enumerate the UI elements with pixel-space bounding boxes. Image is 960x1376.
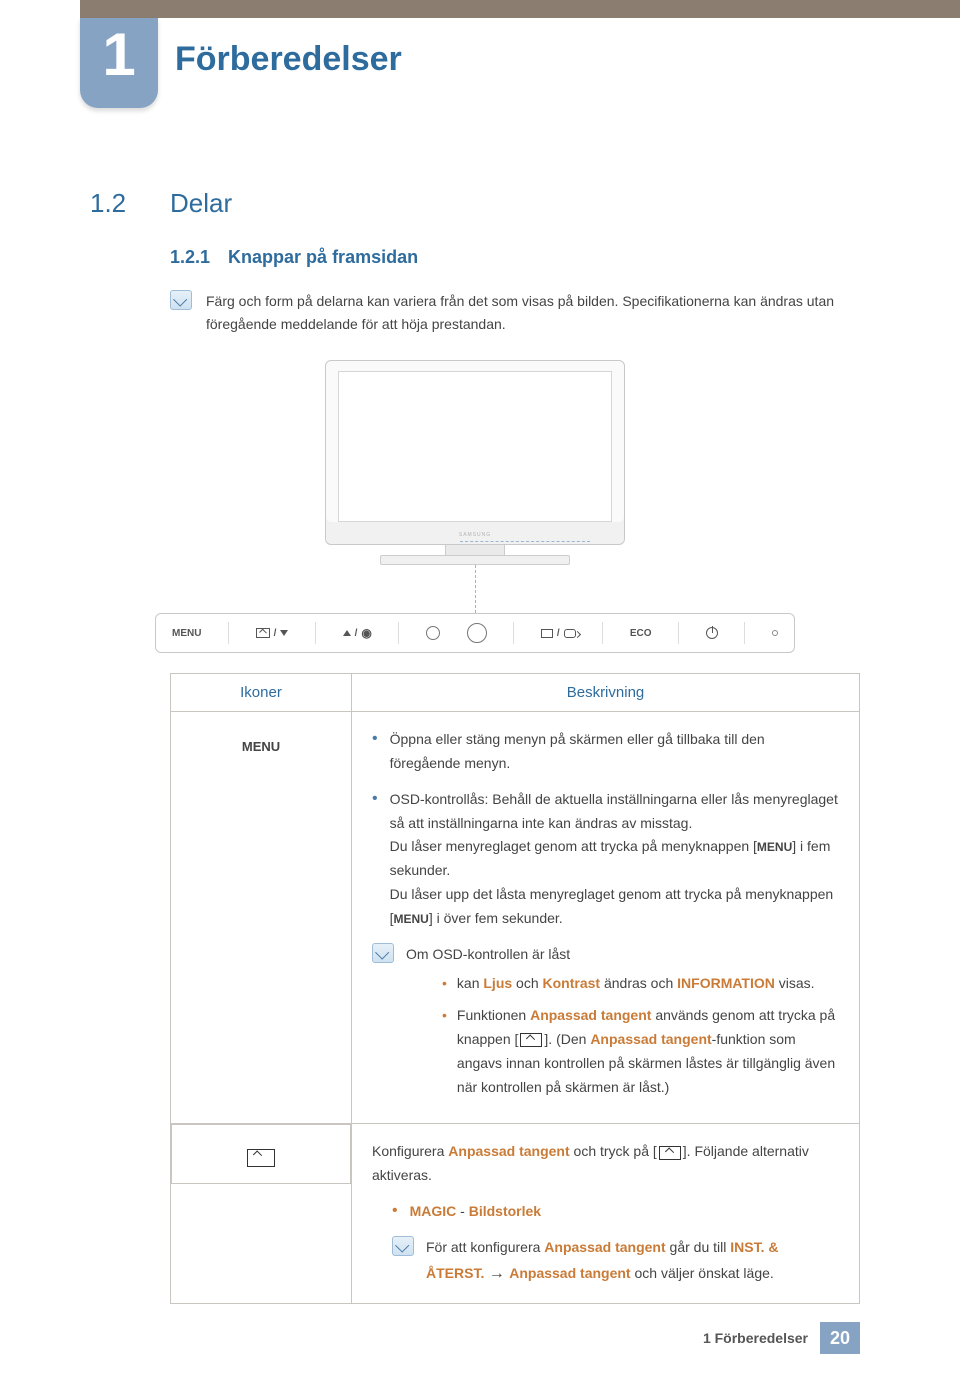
row2-note: För att konfigurera Anpassad tangent går… bbox=[392, 1236, 839, 1287]
chapter-number: 1 bbox=[102, 20, 135, 89]
top-bar bbox=[80, 0, 960, 18]
button-bar: MENU / / ◉ / ECO bbox=[155, 613, 795, 653]
subsection-heading: 1.2.1 Knappar på framsidan bbox=[170, 247, 860, 268]
btn-up-enter: / ◉ bbox=[343, 626, 372, 640]
page: 1 Förberedelser 1.2 Delar 1.2.1 Knappar … bbox=[0, 18, 960, 1376]
th-desc: Beskrivning bbox=[352, 674, 860, 712]
row1-b2-p1: OSD-kontrollås: Behåll de aktuella instä… bbox=[390, 788, 839, 836]
row2-icon bbox=[171, 1124, 351, 1184]
table-row: Konfigurera Anpassad tangent och tryck p… bbox=[171, 1124, 860, 1303]
note-icon bbox=[372, 943, 394, 963]
row1-desc: • Öppna eller stäng menyn på skärmen ell… bbox=[352, 712, 860, 1124]
row1-b1: Öppna eller stäng menyn på skärmen eller… bbox=[390, 728, 839, 776]
btn-source: / bbox=[541, 628, 576, 639]
note-icon bbox=[392, 1236, 414, 1256]
description-table: Ikoner Beskrivning MENU • Öppna eller st… bbox=[170, 673, 860, 1304]
row1-b2: OSD-kontrollås: Behåll de aktuella instä… bbox=[390, 788, 839, 931]
note-icon bbox=[170, 290, 192, 310]
btn-eco: ECO bbox=[630, 628, 652, 639]
th-icons: Ikoner bbox=[171, 674, 352, 712]
page-number: 20 bbox=[820, 1322, 860, 1354]
bullet-dot: • bbox=[372, 788, 378, 931]
section-title: Delar bbox=[170, 188, 232, 219]
callout-line bbox=[475, 565, 476, 613]
row1-note: Om OSD-kontrollen är låst • kan Ljus och… bbox=[372, 943, 839, 1108]
bullet-dot: • bbox=[372, 728, 378, 776]
custom-key-icon bbox=[520, 1033, 542, 1047]
section-heading: 1.2 Delar bbox=[90, 188, 860, 219]
content: 1.2 Delar 1.2.1 Knappar på framsidan Fär… bbox=[0, 18, 960, 1304]
chapter-title: Förberedelser bbox=[175, 40, 402, 79]
monitor-base bbox=[380, 555, 570, 565]
monitor-brand: SAMSUNG bbox=[459, 532, 491, 538]
btn-circle-2 bbox=[467, 623, 487, 643]
row1-sb2: • Funktionen Anpassad tangent används ge… bbox=[442, 1004, 839, 1099]
footer: 1 Förberedelser 20 bbox=[0, 1322, 960, 1354]
btn-power bbox=[706, 627, 718, 639]
custom-key-icon bbox=[659, 1146, 681, 1160]
btn-custom-down: / bbox=[256, 628, 289, 639]
monitor-neck bbox=[445, 545, 505, 555]
table-row: MENU • Öppna eller stäng menyn på skärme… bbox=[171, 712, 860, 1124]
monitor-screen bbox=[338, 371, 612, 522]
footer-text: 1 Förberedelser bbox=[703, 1330, 808, 1346]
intro-note: Färg och form på delarna kan variera frå… bbox=[170, 290, 860, 336]
row1-b2-p2: Du låser menyreglaget genom att trycka p… bbox=[390, 835, 839, 883]
row2-desc: Konfigurera Anpassad tangent och tryck p… bbox=[352, 1124, 860, 1303]
subsection-title: Knappar på framsidan bbox=[228, 247, 418, 268]
row1-b2-p3: Du låser upp det låsta menyreglaget geno… bbox=[390, 883, 839, 931]
bullet-dot: • bbox=[392, 1200, 398, 1224]
row1-sb1: • kan Ljus och Kontrast ändras och INFOR… bbox=[442, 972, 839, 996]
monitor-diagram: SAMSUNG MENU / / ◉ / ECO bbox=[145, 360, 805, 653]
row2-option: MAGIC - Bildstorlek bbox=[410, 1200, 839, 1224]
row1-note-title: Om OSD-kontrollen är låst bbox=[406, 943, 839, 967]
chapter-tab: 1 bbox=[80, 18, 158, 108]
section-number: 1.2 bbox=[90, 188, 140, 219]
row2-p1: Konfigurera Anpassad tangent och tryck p… bbox=[372, 1140, 839, 1188]
btn-menu: MENU bbox=[172, 628, 201, 639]
row1-icon-label: MENU bbox=[171, 712, 352, 1124]
button-hint-line bbox=[460, 539, 590, 542]
btn-led bbox=[772, 630, 778, 636]
monitor-bezel: SAMSUNG bbox=[325, 360, 625, 545]
custom-key-icon bbox=[247, 1149, 275, 1167]
subsection-number: 1.2.1 bbox=[170, 247, 210, 268]
btn-circle-1 bbox=[426, 626, 440, 640]
intro-note-text: Färg och form på delarna kan variera frå… bbox=[206, 290, 860, 336]
